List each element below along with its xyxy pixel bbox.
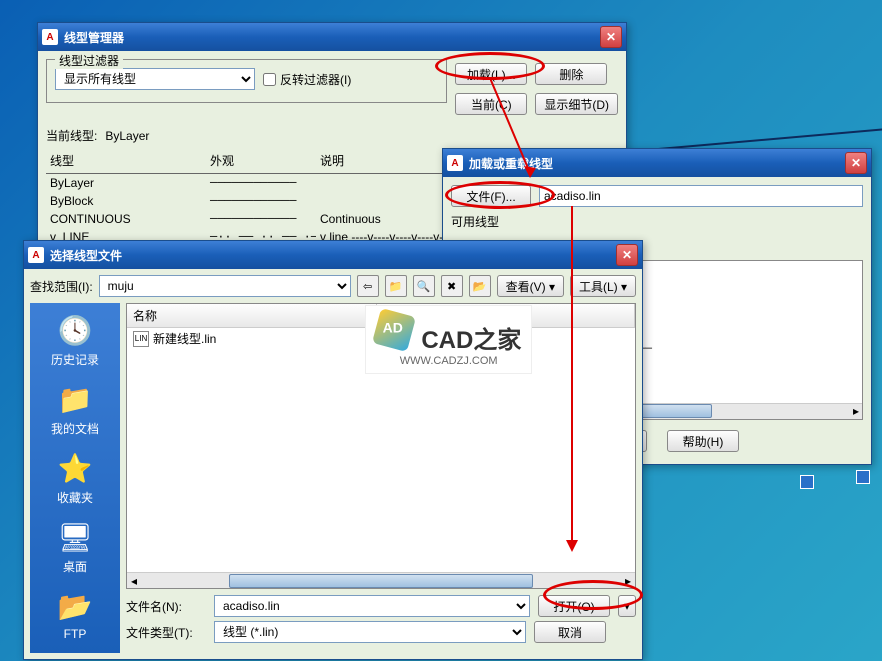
lookup-select[interactable]: muju <box>99 275 351 297</box>
horizontal-scrollbar[interactable]: ◂ ▸ <box>127 572 635 588</box>
logo-icon <box>372 308 416 352</box>
back-button[interactable]: ⇦ <box>357 275 379 297</box>
help-button[interactable]: 帮助(H) <box>667 430 739 452</box>
lin-file-icon: LIN <box>133 331 149 347</box>
search-web-button[interactable]: 🔍 <box>413 275 435 297</box>
invert-filter-checkbox[interactable]: 反转过滤器(I) <box>263 71 351 88</box>
grip-handle[interactable] <box>800 475 814 489</box>
col-name: 名称 <box>127 304 377 327</box>
sidebar-item[interactable]: 📂FTP <box>40 587 110 641</box>
file-button[interactable]: 文件(F)... <box>451 185 531 207</box>
detail-button[interactable]: 显示细节(D) <box>535 93 618 115</box>
window-title: 加载或重载线型 <box>469 155 845 172</box>
filetype-label: 文件类型(T): <box>126 624 206 641</box>
sidebar-item[interactable]: 📁我的文档 <box>40 380 110 437</box>
up-button[interactable]: 📁 <box>385 275 407 297</box>
close-button[interactable]: ✕ <box>616 244 638 266</box>
titlebar: A 线型管理器 ✕ <box>38 23 626 51</box>
current-linetype-value: ByLayer <box>105 129 149 143</box>
lookup-label: 查找范围(I): <box>30 278 93 295</box>
load-button[interactable]: 加载(L)... <box>455 63 527 85</box>
sidebar-item[interactable]: 🖥桌面 <box>40 518 110 575</box>
window-title: 线型管理器 <box>64 29 600 46</box>
delete-button[interactable]: 删除 <box>535 63 607 85</box>
open-button[interactable]: 打开(O) <box>538 595 610 617</box>
filename-label: 文件名(N): <box>126 598 206 615</box>
open-dropdown-button[interactable]: ▾ <box>618 595 636 617</box>
grip-handle[interactable] <box>856 470 870 484</box>
available-label: 可用线型 <box>451 213 863 230</box>
close-button[interactable]: ✕ <box>600 26 622 48</box>
filter-group-title: 线型过滤器 <box>55 52 123 69</box>
titlebar: A 选择线型文件 ✕ <box>24 241 642 269</box>
watermark-logo: CAD之家 WWW.CADZJ.COM <box>365 305 532 374</box>
app-icon: A <box>447 155 463 171</box>
sidebar-item[interactable]: 🕓历史记录 <box>40 311 110 368</box>
file-dialog-window: A 选择线型文件 ✕ 查找范围(I): muju ⇦ 📁 🔍 ✖ 📂 查看(V)… <box>23 240 643 660</box>
tools-button[interactable]: 工具(L) ▾ <box>570 275 636 297</box>
filename-input[interactable]: acadiso.lin <box>214 595 530 617</box>
current-linetype-label: 当前线型: <box>46 127 97 144</box>
current-button[interactable]: 当前(C) <box>455 93 527 115</box>
filter-select[interactable]: 显示所有线型 <box>55 68 255 90</box>
new-folder-button[interactable]: 📂 <box>469 275 491 297</box>
sidebar-item[interactable]: ⭐收藏夹 <box>40 449 110 506</box>
places-sidebar: 🕓历史记录 📁我的文档 ⭐收藏夹 🖥桌面 📂FTP <box>30 303 120 653</box>
titlebar: A 加载或重载线型 ✕ <box>443 149 871 177</box>
app-icon: A <box>28 247 44 263</box>
delete-button[interactable]: ✖ <box>441 275 463 297</box>
app-icon: A <box>42 29 58 45</box>
filetype-select[interactable]: 线型 (*.lin) <box>214 621 526 643</box>
cancel-button[interactable]: 取消 <box>534 621 606 643</box>
window-title: 选择线型文件 <box>50 247 616 264</box>
view-button[interactable]: 查看(V) ▾ <box>497 275 564 297</box>
file-path-input[interactable] <box>539 185 863 207</box>
close-button[interactable]: ✕ <box>845 152 867 174</box>
